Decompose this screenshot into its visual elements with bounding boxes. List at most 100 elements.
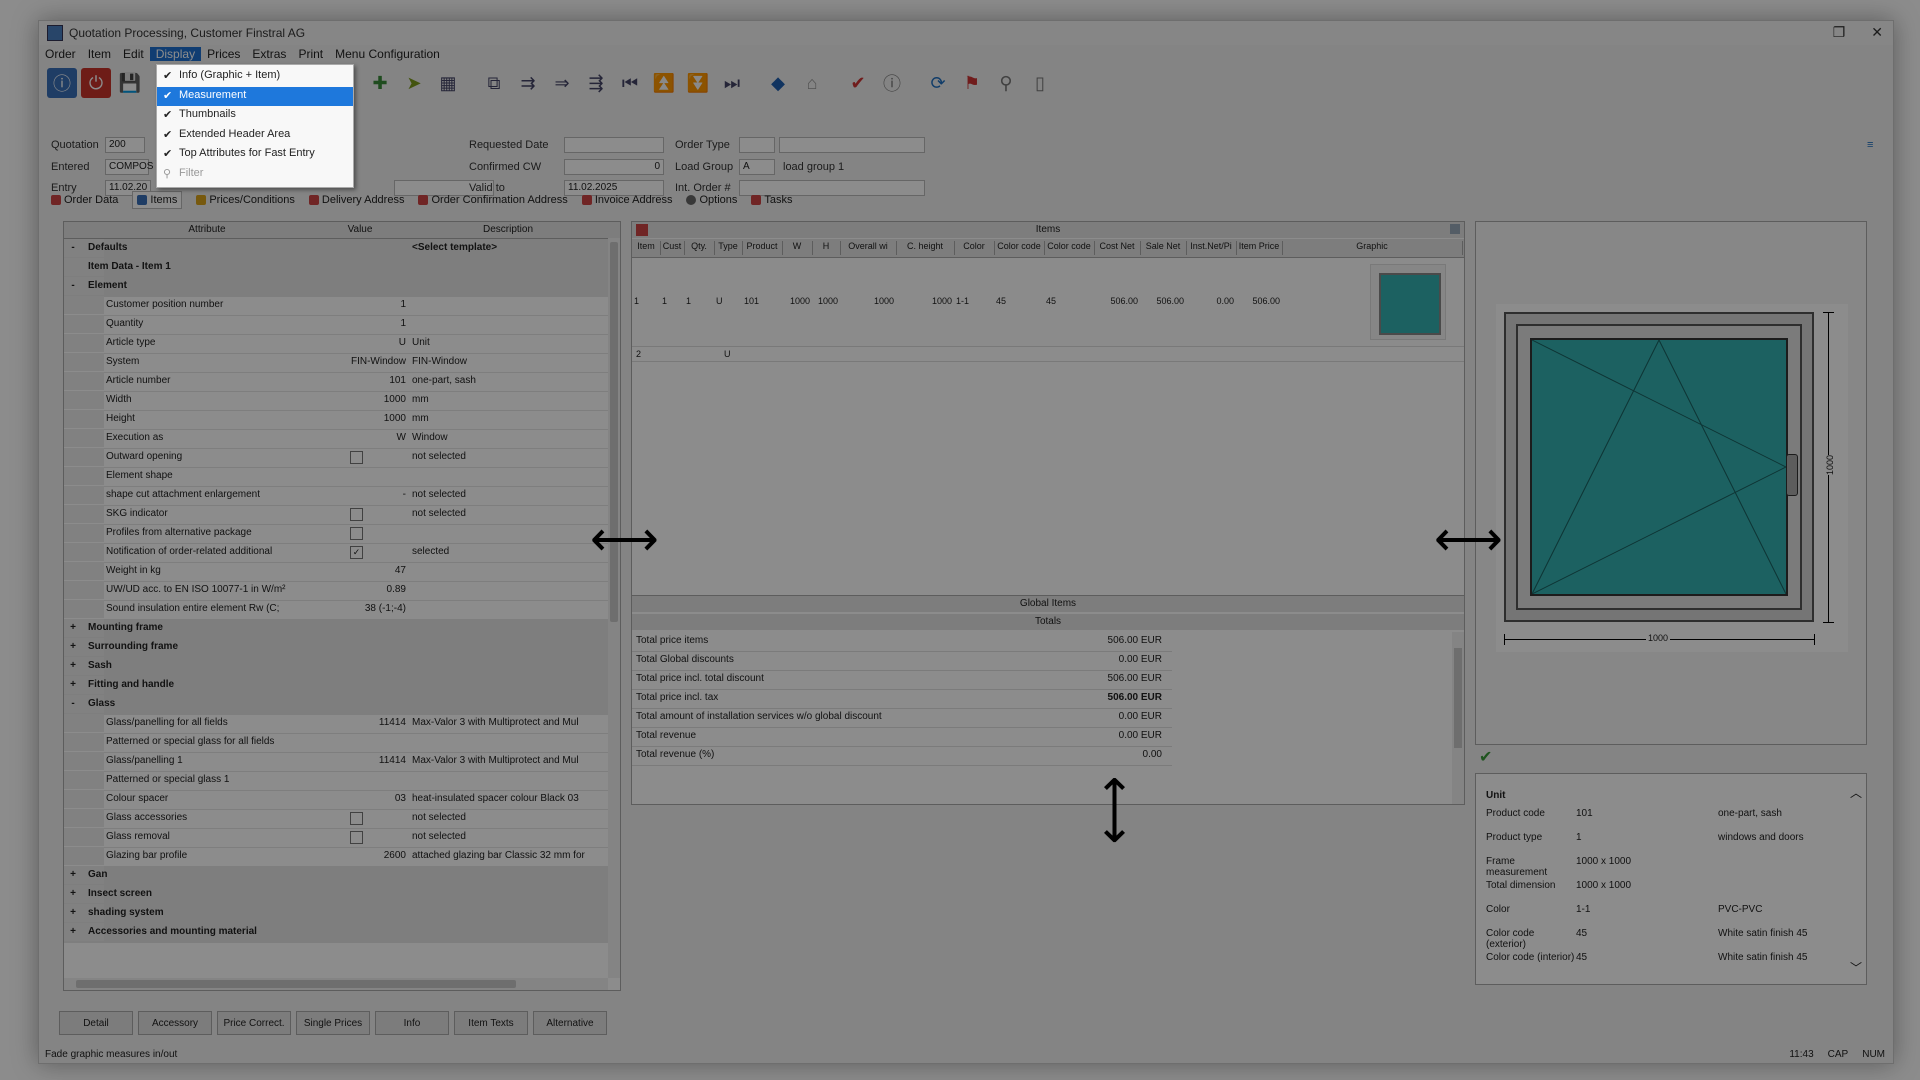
attribute-value[interactable]: 101 [312, 375, 406, 386]
row-expander[interactable] [64, 258, 82, 276]
window-frame[interactable] [1504, 312, 1814, 622]
row-expander[interactable] [64, 486, 82, 504]
attribute-row[interactable]: Profiles from alternative package [64, 524, 608, 544]
order-type-field[interactable] [739, 137, 775, 153]
row-expander[interactable] [64, 543, 82, 561]
row-expander[interactable] [64, 581, 82, 599]
attribute-checkbox[interactable] [350, 451, 363, 464]
attribute-value[interactable]: 2600 [312, 850, 406, 861]
attribute-row[interactable]: Notification of order-related additional… [64, 543, 608, 563]
first-icon[interactable]: ⏮ [615, 68, 645, 98]
attribute-row[interactable]: Execution as W Window [64, 429, 608, 449]
attribute-hscroll[interactable] [64, 978, 608, 990]
row-expander[interactable] [64, 410, 82, 428]
row-expander[interactable] [64, 733, 82, 751]
table-icon[interactable]: ▦ [433, 68, 463, 98]
row-expander[interactable] [64, 448, 82, 466]
attribute-row[interactable]: Glazing bar profile 2600 attached glazing … [64, 847, 608, 867]
refresh-icon[interactable]: ⟳ [923, 68, 953, 98]
row-expander[interactable] [64, 296, 82, 314]
info-icon[interactable]: ⓘ [47, 68, 77, 98]
attribute-row[interactable]: Element shape [64, 467, 608, 487]
price-correct-button[interactable]: Price Correct. [217, 1011, 291, 1035]
row-expander[interactable] [64, 714, 82, 732]
row-expander[interactable] [64, 334, 82, 352]
attribute-vscroll[interactable] [608, 238, 620, 978]
attribute-row[interactable]: + Surrounding frame [64, 638, 608, 658]
row-expander[interactable]: + [64, 885, 82, 903]
menu-extras[interactable]: Extras [246, 47, 292, 61]
row-expander[interactable]: + [64, 657, 82, 675]
menu-display[interactable]: Display [149, 47, 202, 61]
item-texts-button[interactable]: Item Texts [454, 1011, 528, 1035]
attribute-value[interactable]: - [312, 489, 406, 500]
transfer-icon[interactable]: ➤ [399, 68, 429, 98]
attribute-checkbox[interactable] [350, 527, 363, 540]
save-icon[interactable]: 💾 [115, 68, 145, 98]
items-column-header[interactable]: W [782, 241, 813, 255]
detail-button[interactable]: Detail [59, 1011, 133, 1035]
attribute-checkbox[interactable] [350, 508, 363, 521]
row-expander[interactable]: + [64, 904, 82, 922]
attribute-checkbox[interactable] [350, 831, 363, 844]
tab-tasks[interactable]: Tasks [751, 191, 793, 209]
items-column-header[interactable]: Product [742, 241, 783, 255]
row-expander[interactable]: - [64, 277, 82, 295]
attribute-value[interactable]: FIN-Window [312, 356, 406, 367]
attribute-row[interactable]: + Accessories and mounting material [64, 923, 608, 943]
attribute-row[interactable]: + Insect screen [64, 885, 608, 905]
attribute-value[interactable]: 1000 [312, 413, 406, 424]
attribute-value[interactable]: 38 (-1;-4) [312, 603, 406, 614]
row-expander[interactable] [64, 847, 82, 865]
row-expander[interactable] [64, 353, 82, 371]
attribute-row[interactable]: Glass removal not selected [64, 828, 608, 848]
info-button[interactable]: Info [375, 1011, 449, 1035]
menu-item[interactable]: Item [82, 47, 117, 61]
filter-icon[interactable]: ⚲ [991, 68, 1021, 98]
check-list-icon[interactable]: ✔ [843, 68, 873, 98]
attribute-row[interactable]: + Fitting and handle [64, 676, 608, 696]
display-menu-item[interactable]: ✔ Extended Header Area [157, 126, 353, 145]
attribute-value[interactable]: 1000 [312, 394, 406, 405]
row-expander[interactable] [64, 429, 82, 447]
attribute-row[interactable]: Customer position number 1 [64, 296, 608, 316]
items-column-header[interactable]: Graphic [1282, 241, 1463, 255]
info-scroll-up-icon[interactable]: ︿ [1850, 784, 1862, 801]
attribute-value[interactable]: W [312, 432, 406, 443]
attribute-row[interactable]: Glass accessories not selected [64, 809, 608, 829]
resize-horizontal-left-icon[interactable]: ⟷ [590, 516, 659, 564]
attribute-row[interactable]: Colour spacer 03 heat-insulated spacer col… [64, 790, 608, 810]
info-gray-icon[interactable]: ⓘ [877, 68, 907, 98]
row-expander[interactable] [64, 315, 82, 333]
items-column-header[interactable]: Cust [660, 241, 685, 255]
attribute-row[interactable]: Patterned or special glass for all field… [64, 733, 608, 753]
attribute-value[interactable]: 47 [312, 565, 406, 576]
move-icon[interactable]: ⇒ [547, 68, 577, 98]
items-column-header[interactable]: Cost Net [1094, 241, 1141, 255]
totals-vscroll[interactable] [1452, 632, 1464, 804]
attribute-row[interactable]: SKG indicator not selected [64, 505, 608, 525]
attribute-value[interactable]: 11414 [312, 717, 406, 728]
document-icon[interactable]: ▯ [1025, 68, 1055, 98]
close-icon[interactable]: ✕ [1871, 24, 1883, 41]
row-expander[interactable]: + [64, 638, 82, 656]
global-items-header[interactable]: Global Items [632, 596, 1464, 612]
row-expander[interactable] [64, 809, 82, 827]
col-description[interactable]: Description [410, 224, 606, 235]
display-menu-item[interactable]: ✔ Measurement [157, 86, 353, 106]
items-column-header[interactable]: Item Price [1236, 241, 1283, 255]
row-expander[interactable] [64, 600, 82, 618]
attribute-row[interactable]: - Defaults <Select template> [64, 239, 608, 259]
attribute-row[interactable]: Article number 101 one-part, sash [64, 372, 608, 392]
requested-date-field[interactable] [564, 137, 664, 153]
attribute-row[interactable]: + Mounting frame [64, 619, 608, 639]
entered-field[interactable]: COMPOS [105, 159, 153, 175]
items-column-header[interactable]: Color [954, 241, 995, 255]
menu-prices[interactable]: Prices [201, 47, 246, 61]
thumbnail-graphic[interactable] [1370, 264, 1446, 340]
attribute-value[interactable]: 11414 [312, 755, 406, 766]
row-expander[interactable] [64, 391, 82, 409]
display-menu-item[interactable]: ✔ Thumbnails [157, 106, 353, 125]
stop-icon[interactable]: ⏻ [81, 68, 111, 98]
row-expander[interactable]: - [64, 239, 82, 257]
